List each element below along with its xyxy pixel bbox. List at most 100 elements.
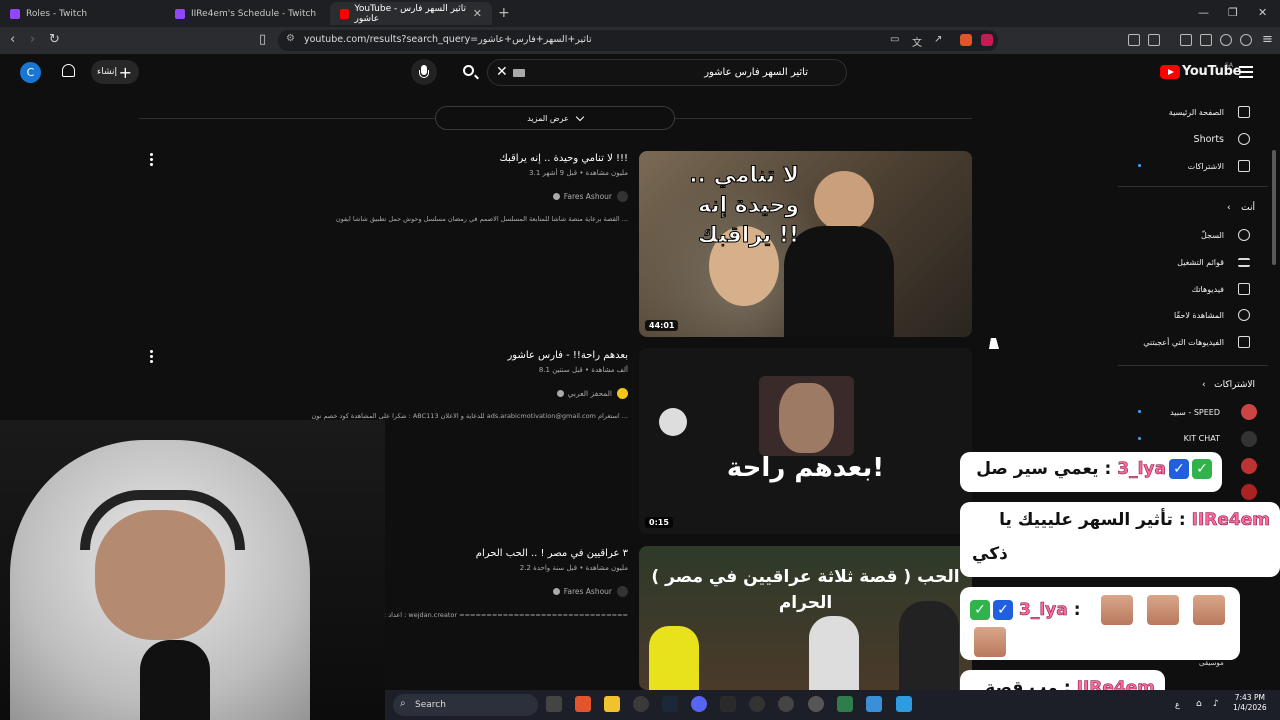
tab-schedule[interactable]: IIRe4em's Schedule - Twitch [165, 2, 330, 25]
check-badge-icon: ✓ [1192, 459, 1212, 479]
sidebar-subs-header[interactable]: الاشتراكات [1214, 380, 1255, 390]
maximize-icon[interactable]: ❐ [1228, 6, 1238, 19]
voice-search-button[interactable] [411, 59, 437, 85]
app-icon[interactable] [837, 696, 853, 712]
video-meta: 2.2 مليون مشاهدة • قبل سنة واحدة [519, 564, 628, 572]
reload-icon[interactable]: ↻ [49, 32, 60, 47]
input-language[interactable]: ع [1175, 700, 1180, 709]
steam-icon[interactable] [662, 696, 678, 712]
leo-ai-icon[interactable] [1220, 34, 1232, 46]
home-icon [1238, 106, 1250, 118]
task-view-icon[interactable] [546, 696, 562, 712]
sidebar-item-shorts[interactable]: Shorts [1100, 129, 1250, 149]
chat-text: ذكي [972, 544, 1008, 564]
show-more-button[interactable]: عرض المزيد [435, 106, 675, 130]
video-channel[interactable]: المحفز العربي [553, 388, 628, 399]
brave-icon[interactable] [575, 696, 591, 712]
avatar[interactable]: C [20, 62, 41, 83]
keyboard-icon[interactable] [513, 69, 525, 77]
shorts-icon [1238, 133, 1250, 145]
close-tab-icon[interactable]: ✕ [473, 7, 482, 20]
video-title[interactable]: بعدهم راحة!! - فارس عاشور [507, 350, 628, 361]
minimize-icon[interactable]: — [1198, 6, 1209, 19]
url-field[interactable]: ⚙ youtube.com/results?search_query=تاثير… [278, 30, 998, 51]
chat-username: 3_lya [1019, 600, 1068, 621]
cast-icon[interactable]: ▭ [890, 34, 899, 45]
sidebar-item-speed[interactable]: سبيد - SPEED [1084, 402, 1234, 422]
app-icon[interactable] [749, 696, 765, 712]
search-icon: ⌕ [400, 698, 406, 709]
sidebar-item-label: KIT CHAT [1183, 433, 1220, 443]
sidebar-item-history[interactable]: السجلّ [1100, 225, 1250, 245]
sidebar-item-your-videos[interactable]: فيديوهاتك [1100, 279, 1250, 299]
vpn-icon[interactable] [1240, 34, 1252, 46]
more-actions-icon[interactable] [150, 153, 153, 168]
wallet-icon[interactable] [1200, 34, 1212, 46]
sidebar-item-playlists[interactable]: قوائم التشغيل [1100, 252, 1250, 272]
sidebar-item-label: قوائم التشغيل [1177, 257, 1224, 267]
taskbar-search[interactable]: ⌕ Search [393, 694, 538, 716]
channel-avatar [1241, 431, 1257, 447]
settings-icon[interactable] [808, 696, 824, 712]
microphone-icon [140, 640, 210, 720]
extensions-icon[interactable] [1128, 34, 1140, 46]
clear-search-icon[interactable]: ✕ [496, 64, 508, 80]
video-title[interactable]: ٣ عراقيين في مصر ! .. الحب الحرام [476, 548, 628, 559]
sidebar-item-music[interactable]: موسيقى [1199, 659, 1224, 667]
video-thumbnail[interactable]: لا تنامي .. وحيدة إنه يراقبك !! 44:01 [639, 151, 972, 337]
new-tab-button[interactable]: + [498, 5, 510, 21]
tab-youtube[interactable]: YouTube - تاثير السهر فارس عاشور ✕ [330, 2, 492, 25]
check-badge-icon: ✓ [970, 600, 990, 620]
twitch-icon [10, 8, 20, 19]
search-input[interactable]: تاثير السهر فارس عاشور ✕ [487, 59, 847, 86]
epic-games-icon[interactable] [720, 696, 736, 712]
browser-menu-icon[interactable]: ≡ [1262, 32, 1273, 47]
section-title: أنت [1241, 203, 1255, 213]
menu-icon[interactable] [1239, 66, 1253, 78]
volume-icon[interactable]: ♪ [1213, 699, 1219, 709]
chat-message: تأثير السهر عليييك يا : IIRe4em ذكي [960, 502, 1280, 577]
sidebar-item-home[interactable]: الصفحة الرئيسية [1100, 102, 1250, 122]
network-icon[interactable]: ⌂ [1196, 699, 1202, 709]
sidebar-item-label: الصفحة الرئيسية [1168, 107, 1224, 117]
rewards-icon[interactable] [981, 34, 993, 46]
site-info-icon[interactable]: ⚙ [286, 33, 295, 44]
file-explorer-icon[interactable] [604, 696, 620, 712]
share-icon[interactable]: ↗ [934, 34, 942, 45]
bookmark-icon[interactable]: ▯ [259, 32, 266, 47]
sidebar-item-subscriptions[interactable]: الاشتراكات [1100, 156, 1250, 176]
search-button[interactable] [455, 60, 483, 85]
video-title[interactable]: لا تنامي وحيدة .. إنه يراقبك !!! [500, 153, 628, 164]
app-icon[interactable] [778, 696, 794, 712]
translate-icon[interactable]: 文 [912, 34, 922, 49]
video-channel[interactable]: Fares Ashour [549, 586, 628, 597]
chevron-left-icon: ‹ [1202, 380, 1206, 390]
close-window-icon[interactable]: ✕ [1258, 6, 1267, 19]
app-icon[interactable] [896, 696, 912, 712]
tab-search-icon[interactable] [1148, 34, 1160, 46]
browser-tab-bar: Roles - Twitch IIRe4em's Schedule - Twit… [0, 0, 1280, 27]
thumbnail-figure [784, 226, 894, 337]
discord-icon[interactable] [691, 696, 707, 712]
brave-shield-icon[interactable] [960, 34, 972, 46]
sidebar-item-liked[interactable]: الفيديوهات التي أعجبتني [1100, 332, 1250, 352]
sidebar-item-kit-chat[interactable]: KIT CHAT [1084, 428, 1234, 448]
create-button[interactable]: إنشاء + [91, 60, 139, 84]
sidebar-you-header[interactable]: أنت [1241, 203, 1255, 213]
video-thumbnail[interactable]: ( قصة ثلاثة عراقيين في مصر ) الحب الحرام [639, 546, 972, 690]
baby-face-emote-icon [1100, 595, 1133, 625]
sidebar-toggle-icon[interactable] [1180, 34, 1192, 46]
obs-icon[interactable] [633, 696, 649, 712]
app-icon[interactable] [866, 696, 882, 712]
notifications-icon[interactable] [62, 64, 75, 77]
sidebar-item-watch-later[interactable]: المشاهدة لاحقًا [1100, 305, 1250, 325]
video-thumbnail[interactable]: بعدهم راحة! 0:15 [639, 348, 972, 534]
forward-icon[interactable]: › [30, 32, 35, 47]
video-channel[interactable]: Fares Ashour [549, 191, 628, 202]
page-scrollbar[interactable] [1272, 150, 1276, 265]
more-actions-icon[interactable] [150, 350, 153, 365]
tab-roles[interactable]: Roles - Twitch [0, 2, 165, 25]
back-icon[interactable]: ‹ [10, 32, 15, 47]
system-clock[interactable]: 7:43 PM 1/4/2026 [1233, 693, 1267, 713]
liked-icon [1238, 336, 1250, 348]
